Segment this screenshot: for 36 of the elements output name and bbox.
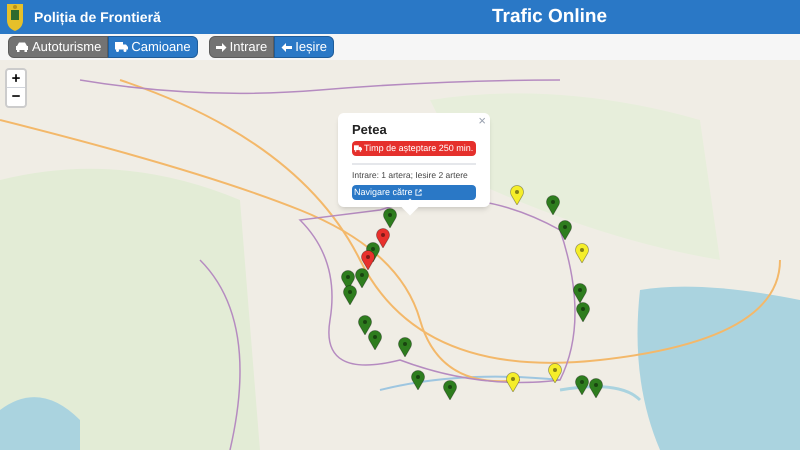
lanes-text: Intrare: 1 artera; Iesire 2 artere <box>352 169 469 182</box>
arrow-right-icon <box>216 42 227 52</box>
map-pin-icon[interactable] <box>355 268 369 288</box>
truck-icon <box>115 42 128 52</box>
page-title: Trafic Online <box>492 4 608 29</box>
navigate-button[interactable]: Navigare către <box>352 184 476 200</box>
map-pin-icon[interactable] <box>361 250 375 270</box>
map-pin-icon[interactable] <box>383 208 397 228</box>
map-pin-icon[interactable] <box>589 378 603 398</box>
filter-tab[interactable]: Camioane <box>108 36 198 58</box>
zoom-in-button[interactable]: + <box>7 70 25 88</box>
filter-tab[interactable]: Ieșire <box>274 36 334 58</box>
car-icon <box>15 42 29 52</box>
crest-icon <box>4 2 26 32</box>
map-pin-icon[interactable] <box>343 285 357 305</box>
close-button[interactable]: × <box>478 114 486 127</box>
popup-title: Petea <box>352 123 388 136</box>
map-pin-icon[interactable] <box>411 370 425 390</box>
brand-name: Poliția de Frontieră <box>34 8 161 28</box>
map-pin-icon[interactable] <box>576 302 590 322</box>
map-pin-icon[interactable] <box>376 228 390 248</box>
map-pin-icon[interactable] <box>558 220 572 240</box>
map-pin-icon[interactable] <box>575 375 589 395</box>
map-pin-icon[interactable] <box>368 330 382 350</box>
filter-tab[interactable]: Intrare <box>208 36 274 58</box>
arrow-left-icon <box>281 42 292 52</box>
map-pin-icon[interactable] <box>546 195 560 215</box>
map-pin-icon[interactable] <box>443 380 457 400</box>
map-pin-icon[interactable] <box>358 315 372 335</box>
wait-time-text: Timp de așteptare 250 min. <box>364 142 474 155</box>
map-pin-icon[interactable] <box>398 337 412 357</box>
filter-tab[interactable]: Autoturisme <box>8 36 108 58</box>
external-link-icon <box>414 188 422 196</box>
truck-icon <box>354 145 362 152</box>
map-pin-icon[interactable] <box>573 283 587 303</box>
zoom-out-button[interactable]: − <box>7 88 25 106</box>
